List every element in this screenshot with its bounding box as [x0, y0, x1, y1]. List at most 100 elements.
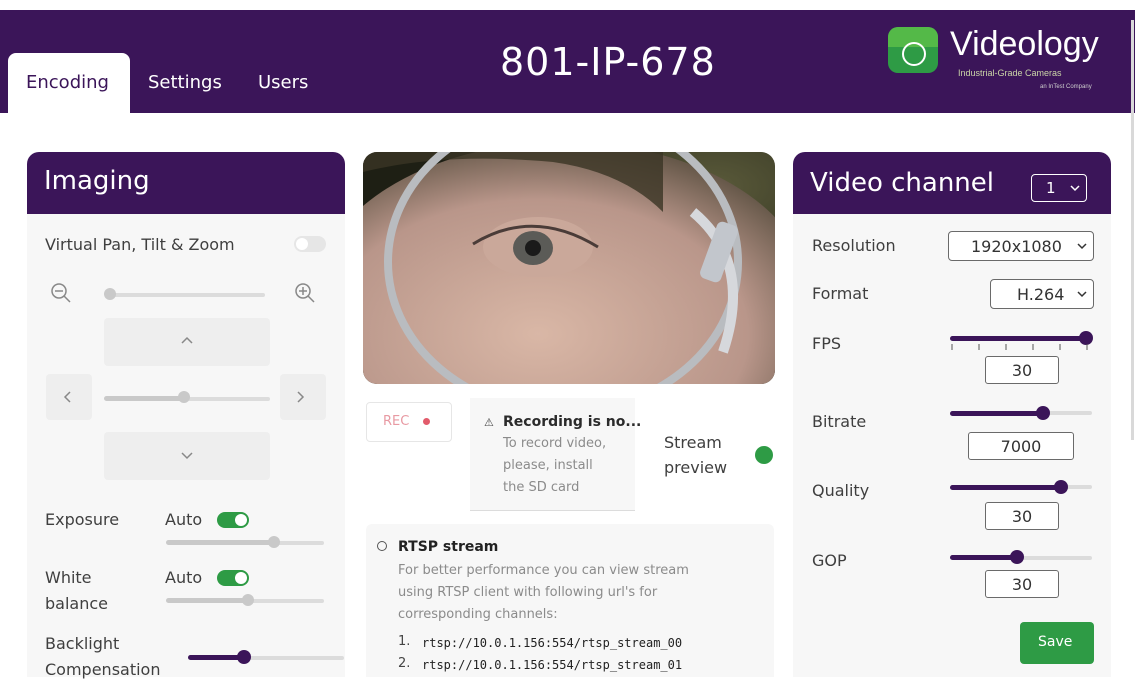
white-balance-label-line1: White [45, 568, 92, 587]
vptz-toggle[interactable] [294, 236, 326, 252]
pan-slider-fill [104, 396, 188, 401]
record-button[interactable]: REC [366, 402, 452, 442]
tilt-up-button[interactable] [104, 318, 270, 366]
gop-slider-knob[interactable] [1010, 550, 1024, 564]
tab-encoding-label: Encoding [26, 72, 109, 93]
imaging-title: Imaging [44, 166, 150, 196]
gop-slider-track [1016, 556, 1092, 560]
stream-preview-label-line1: Stream [664, 433, 722, 452]
rtsp-text-2: using RTSP client with following url's f… [398, 585, 658, 600]
bitrate-input[interactable]: 7000 [968, 432, 1074, 460]
white-balance-slider-knob[interactable] [242, 594, 254, 606]
white-balance-slider-fill [166, 598, 248, 603]
zoom-slider-knob[interactable] [104, 288, 116, 300]
warning-icon: ⚠ [484, 416, 494, 429]
channel-select[interactable]: 1 [1031, 174, 1087, 202]
top-strip [0, 0, 1135, 10]
rtsp-url-2-index: 2. [398, 656, 411, 671]
stream-preview-toggle[interactable] [755, 446, 773, 464]
chevron-down-icon [1077, 291, 1087, 298]
record-dot-icon [423, 418, 430, 425]
rtsp-url-1[interactable]: rtsp://10.0.1.156:554/rtsp_stream_00 [422, 636, 682, 650]
resolution-select[interactable]: 1920x1080 [948, 231, 1094, 261]
record-label: REC [383, 414, 410, 429]
chevron-right-icon [297, 391, 305, 403]
format-select[interactable]: H.264 [990, 279, 1094, 309]
zoom-out-icon[interactable] [50, 282, 72, 308]
gop-label: GOP [812, 551, 847, 570]
bitrate-slider-fill [950, 411, 1042, 416]
chevron-left-icon [63, 391, 71, 403]
backlight-label-line1: Backlight [45, 634, 120, 653]
white-balance-mode: Auto [165, 568, 203, 587]
rtsp-title: RTSP stream [398, 539, 499, 555]
video-preview[interactable] [363, 152, 775, 384]
resolution-label: Resolution [812, 236, 896, 255]
save-label: Save [1038, 634, 1073, 650]
tilt-down-button[interactable] [104, 432, 270, 480]
backlight-label-line2: Compensation [45, 660, 161, 679]
recording-title: Recording is no... [503, 414, 642, 430]
pan-right-button[interactable] [280, 374, 326, 420]
rtsp-url-1-index: 1. [398, 634, 411, 649]
exposure-auto-toggle[interactable] [217, 512, 249, 528]
exposure-slider-track [274, 541, 324, 545]
quality-input[interactable]: 30 [985, 502, 1059, 530]
quality-label: Quality [812, 481, 870, 500]
channel-select-value: 1 [1046, 179, 1056, 197]
fps-slider-ticks [951, 344, 1088, 350]
recording-text-3: the SD card [503, 480, 580, 495]
logo-name: Videology [950, 25, 1099, 63]
info-bullet-icon [377, 541, 387, 551]
rtsp-text-1: For better performance you can view stre… [398, 563, 689, 578]
chevron-down-icon [1070, 185, 1080, 192]
backlight-slider-track [244, 656, 344, 660]
gop-input[interactable]: 30 [985, 570, 1059, 598]
gop-slider-fill [950, 555, 1016, 560]
tab-users[interactable]: Users [258, 72, 308, 93]
vptz-label: Virtual Pan, Tilt & Zoom [45, 235, 235, 254]
camera-feed-image [363, 152, 775, 384]
pan-left-button[interactable] [46, 374, 92, 420]
resolution-value: 1920x1080 [971, 237, 1062, 256]
tab-encoding[interactable]: Encoding [8, 53, 130, 113]
globe-icon [902, 42, 926, 66]
bitrate-slider-knob[interactable] [1036, 406, 1050, 420]
page-scrollbar[interactable] [1131, 20, 1134, 440]
pan-slider-track [188, 397, 270, 401]
quality-slider-fill [950, 485, 1060, 490]
format-label: Format [812, 284, 869, 303]
fps-slider-knob[interactable] [1079, 331, 1093, 345]
white-balance-label-line2: balance [45, 594, 108, 613]
exposure-label: Exposure [45, 510, 120, 529]
chevron-down-icon [181, 452, 193, 460]
imaging-panel-header: Imaging [27, 152, 345, 214]
zoom-slider-track [105, 293, 265, 297]
video-channel-header: Video channel 1 [793, 152, 1111, 214]
fps-slider-fill [950, 336, 1085, 341]
recording-text-2: please, install [503, 458, 593, 473]
stream-preview-label-line2: preview [664, 458, 728, 477]
camera-name: 801-IP-678 [500, 40, 716, 84]
quality-slider-knob[interactable] [1054, 480, 1068, 494]
fps-input[interactable]: 30 [985, 356, 1059, 384]
fps-label: FPS [812, 334, 842, 353]
white-balance-auto-toggle[interactable] [217, 570, 249, 586]
save-button[interactable]: Save [1020, 622, 1094, 664]
tab-settings[interactable]: Settings [148, 72, 222, 93]
chevron-down-icon [1077, 243, 1087, 250]
white-balance-slider-track [248, 599, 324, 603]
format-value: H.264 [1017, 285, 1065, 304]
backlight-slider-knob[interactable] [237, 650, 251, 664]
bitrate-label: Bitrate [812, 412, 867, 431]
video-channel-title: Video channel [810, 168, 994, 198]
logo-tagline: Industrial-Grade Cameras [958, 68, 1062, 78]
rtsp-url-2[interactable]: rtsp://10.0.1.156:554/rtsp_stream_01 [422, 658, 682, 672]
exposure-slider-knob[interactable] [268, 536, 280, 548]
rtsp-text-3: corresponding channels: [398, 607, 558, 622]
logo-subtag: an InTest Company [1040, 84, 1092, 90]
pan-slider-knob[interactable] [178, 391, 190, 403]
recording-text-1: To record video, [503, 436, 607, 451]
zoom-in-icon[interactable] [294, 282, 316, 308]
exposure-mode: Auto [165, 510, 203, 529]
